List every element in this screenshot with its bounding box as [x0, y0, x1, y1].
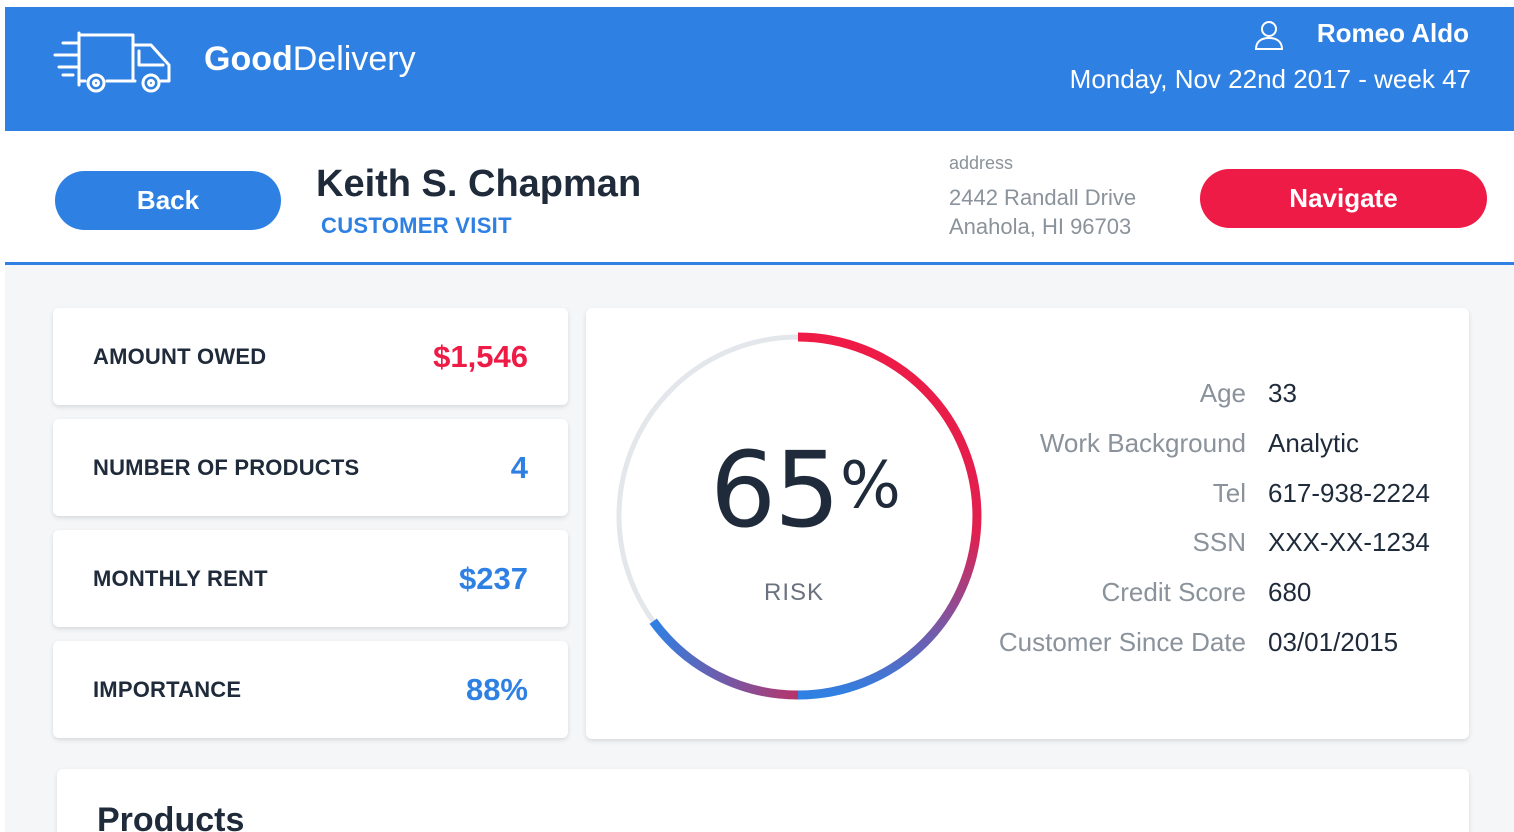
risk-label: RISK — [764, 579, 825, 606]
detail-label: SSN — [1192, 527, 1246, 557]
detail-value: Analytic — [1268, 428, 1360, 458]
detail-label: Age — [1199, 378, 1246, 408]
detail-value: 03/01/2015 — [1268, 627, 1399, 657]
detail-row-age: Age 33 — [986, 378, 1456, 418]
products-panel: Products — [57, 769, 1469, 832]
back-button[interactable]: Back — [55, 171, 281, 230]
detail-label: Work Background — [1039, 428, 1246, 458]
detail-value: 33 — [1268, 378, 1297, 408]
address-line-1: 2442 Randall Drive — [949, 185, 1137, 210]
stat-label: MONTHLY RENT — [93, 565, 268, 591]
risk-value: 65 — [710, 429, 840, 551]
products-title: Products — [97, 801, 245, 832]
customer-name: Keith S. Chapman — [316, 163, 642, 205]
detail-label: Tel — [1212, 478, 1246, 508]
stat-label: AMOUNT OWED — [93, 343, 267, 369]
detail-row-tel: Tel 617-938-2224 — [986, 478, 1456, 518]
brand-name: GoodDelivery — [204, 40, 416, 79]
brand-light: Delivery — [292, 40, 416, 78]
address-line-2: Anahola, HI 96703 — [949, 214, 1132, 239]
visit-type: CUSTOMER VISIT — [321, 213, 512, 238]
stat-value: $1,546 — [433, 338, 528, 374]
gauge-arc-end — [649, 618, 799, 700]
user-name[interactable]: Romeo Aldo — [1317, 18, 1469, 49]
detail-label: Credit Score — [1101, 577, 1247, 607]
navigate-button[interactable]: Navigate — [1200, 169, 1487, 228]
stat-value: 88% — [465, 671, 528, 707]
detail-row-credit-score: Credit Score 680 — [986, 577, 1456, 617]
detail-value: 680 — [1268, 577, 1312, 607]
stat-value: 4 — [510, 449, 528, 485]
stat-value: $237 — [459, 560, 528, 596]
detail-value[interactable]: 617-938-2224 — [1268, 478, 1430, 509]
app-header: GoodDelivery Romeo Aldo Monday, Nov 22nd… — [5, 7, 1514, 131]
stat-card-importance: IMPORTANCE 88% — [53, 641, 568, 738]
detail-row-customer-since: Customer Since Date 03/01/2015 — [986, 627, 1456, 667]
stat-label: IMPORTANCE — [93, 676, 242, 702]
stat-card-amount-owed: AMOUNT OWED $1,546 — [53, 308, 568, 405]
user-icon[interactable] — [1253, 19, 1285, 51]
detail-row-work-background: Work Background Analytic — [986, 428, 1456, 468]
detail-row-ssn: SSN XXX-XX-1234 — [986, 527, 1456, 567]
detail-value: XXX-XX-1234 — [1268, 527, 1430, 557]
brand-bold: Good — [204, 40, 293, 78]
stat-card-number-of-products: NUMBER OF PRODUCTS 4 — [53, 419, 568, 516]
customer-bar: Back Keith S. Chapman CUSTOMER VISIT add… — [5, 131, 1514, 265]
stat-label: NUMBER OF PRODUCTS — [93, 454, 360, 480]
address-label: address — [949, 153, 1014, 173]
delivery-truck-icon — [53, 31, 171, 93]
app-window: GoodDelivery Romeo Aldo Monday, Nov 22nd… — [5, 7, 1514, 832]
risk-unit: % — [840, 449, 901, 523]
current-date: Monday, Nov 22nd 2017 - week 47 — [1069, 64, 1471, 94]
detail-label: Customer Since Date — [998, 627, 1246, 657]
stat-card-monthly-rent: MONTHLY RENT $237 — [53, 530, 568, 627]
risk-panel: 65 % RISK Age 33 Work Background Analyti… — [586, 308, 1469, 739]
